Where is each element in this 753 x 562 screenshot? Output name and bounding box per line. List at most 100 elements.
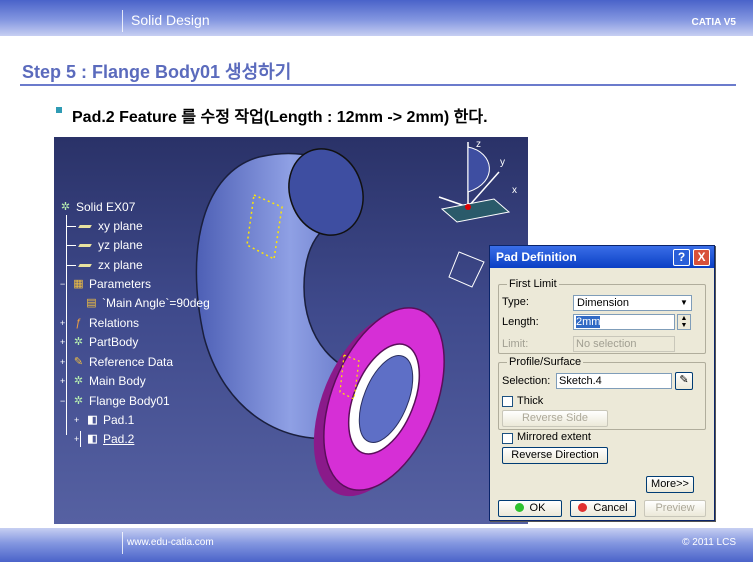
footer-copyright: © 2011 LCS [682, 537, 736, 548]
tree-item-label: zx plane [98, 258, 143, 272]
tree-item-label: PartBody [89, 335, 139, 349]
reverse-direction-button[interactable]: Reverse Direction [502, 447, 608, 464]
plane-icon [78, 263, 92, 267]
type-select[interactable]: Dimension ▼ [573, 295, 692, 311]
tree-item-main-angle[interactable]: ▤ `Main Angle`=90deg [84, 294, 210, 312]
tree-item-flange-body01[interactable]: − ✲ Flange Body01 [60, 392, 170, 410]
limit-label: Limit: [502, 338, 529, 350]
parameters-icon: ▦ [73, 277, 84, 290]
body-icon: ✲ [73, 374, 84, 387]
tree-root[interactable]: ✲ Solid EX07 [58, 198, 135, 216]
tree-item-label: Pad.2 [103, 432, 135, 446]
more-button[interactable]: More>> [646, 476, 694, 493]
branch-line [66, 244, 76, 246]
selection-input[interactable]: Sketch.4 [556, 373, 672, 389]
type-value: Dimension [577, 297, 629, 309]
part-icon: ✲ [60, 200, 71, 213]
tree-item-pad1[interactable]: + ◧ Pad.1 [74, 411, 134, 429]
tree-item-label: Flange Body01 [89, 394, 170, 408]
mirrored-label: Mirrored extent [517, 431, 591, 443]
cancel-label: Cancel [593, 502, 628, 514]
reference-icon: ✎ [73, 355, 84, 368]
chevron-down-icon[interactable]: ▼ [678, 297, 690, 309]
cancel-icon [578, 503, 588, 512]
footer-bar: www.edu-catia.com © 2011 LCS [0, 528, 753, 562]
length-value: 2mm [576, 316, 601, 328]
help-button[interactable]: ? [673, 249, 690, 266]
first-limit-label: First Limit [507, 278, 559, 290]
tree-item-partbody[interactable]: + ✲ PartBody [60, 333, 138, 351]
axis-z-label: z [476, 139, 481, 150]
length-label: Length: [502, 316, 539, 328]
header-separator [122, 10, 123, 32]
tree-item-yz-plane[interactable]: yz plane [66, 236, 143, 254]
tree-item-label: Pad.1 [103, 413, 135, 427]
expand-icon[interactable]: + [60, 338, 68, 347]
cancel-button[interactable]: Cancel [570, 500, 636, 517]
expand-icon[interactable]: + [60, 358, 68, 367]
body-icon: ✲ [73, 394, 84, 407]
ok-icon [514, 503, 524, 512]
instruction-text: Pad.2 Feature 를 수정 작업(Length : 12mm -> 2… [72, 109, 488, 126]
axis-y-label: y [500, 157, 505, 168]
tree-root-label: Solid EX07 [76, 200, 136, 214]
tree-item-label: `Main Angle`=90deg [102, 296, 210, 310]
header-title: Solid Design [131, 12, 210, 28]
reverse-side-button: Reverse Side [502, 410, 608, 427]
ok-label: OK [529, 502, 546, 514]
type-label: Type: [502, 296, 529, 308]
length-input[interactable]: 2mm [573, 314, 675, 330]
brand-label: CATIA V5 [691, 17, 736, 28]
expand-icon[interactable]: + [74, 435, 82, 444]
limit-field: No selection [573, 336, 675, 352]
tree-item-parameters[interactable]: − ▦ Parameters [60, 275, 151, 293]
tree-item-main-body[interactable]: + ✲ Main Body [60, 372, 146, 390]
bullet-marker [56, 107, 62, 113]
tree-item-xy-plane[interactable]: xy plane [66, 217, 143, 235]
ok-button[interactable]: OK [498, 500, 562, 517]
body-icon: ✲ [73, 335, 84, 348]
branch-line [66, 264, 76, 266]
specification-tree: ✲ Solid EX07 xy plane yz plane zx plane … [54, 137, 314, 524]
dialog-title: Pad Definition [496, 250, 577, 264]
length-spinner[interactable]: ▲ ▼ [677, 314, 691, 330]
pad-definition-dialog: Pad Definition ? X First Limit Type: Dim… [489, 245, 715, 521]
expand-icon[interactable]: + [60, 377, 68, 386]
pad-icon: ◧ [87, 432, 98, 445]
thick-label: Thick [517, 395, 544, 407]
slide: Solid Design CATIA V5 Step 5 : Flange Bo… [0, 0, 753, 562]
selection-label: Selection: [502, 375, 551, 387]
tree-item-pad2[interactable]: + ◧ Pad.2 [74, 430, 134, 448]
collapse-icon[interactable]: − [60, 280, 68, 289]
close-button[interactable]: X [693, 249, 710, 266]
plane-icon [78, 224, 92, 228]
plane-icon [78, 243, 92, 247]
expand-icon[interactable]: + [60, 319, 68, 328]
tree-item-label: Relations [89, 316, 140, 330]
tree-item-label: yz plane [98, 238, 143, 252]
tree-item-relations[interactable]: + ƒ Relations [60, 314, 139, 332]
branch-line [66, 225, 76, 227]
footer-separator [122, 532, 123, 554]
profile-surface-label: Profile/Surface [507, 356, 584, 368]
collapse-icon[interactable]: − [60, 397, 68, 406]
mirrored-checkbox[interactable] [502, 433, 513, 444]
tree-item-label: xy plane [98, 219, 143, 233]
heading-underline [20, 84, 736, 86]
pad-icon: ◧ [87, 413, 98, 426]
tree-item-label: Main Body [89, 374, 146, 388]
tree-item-label: Parameters [89, 277, 152, 291]
thick-checkbox[interactable] [502, 396, 513, 407]
dialog-titlebar[interactable]: Pad Definition ? X [490, 246, 714, 268]
preview-button: Preview [644, 500, 706, 517]
tree-item-reference-data[interactable]: + ✎ Reference Data [60, 353, 173, 371]
sketcher-icon[interactable]: ✎ [675, 372, 693, 390]
cad-viewport[interactable]: z y x ✲ Solid EX07 xy plane yz plane zx … [54, 137, 528, 524]
parameter-icon: ▤ [86, 296, 97, 309]
expand-icon[interactable]: + [74, 416, 82, 425]
step-heading: Step 5 : Flange Body01 생성하기 [22, 62, 292, 82]
tree-item-label: Reference Data [89, 355, 174, 369]
tree-item-zx-plane[interactable]: zx plane [66, 256, 143, 274]
footer-url: www.edu-catia.com [127, 537, 214, 548]
axis-x-label: x [512, 185, 517, 196]
